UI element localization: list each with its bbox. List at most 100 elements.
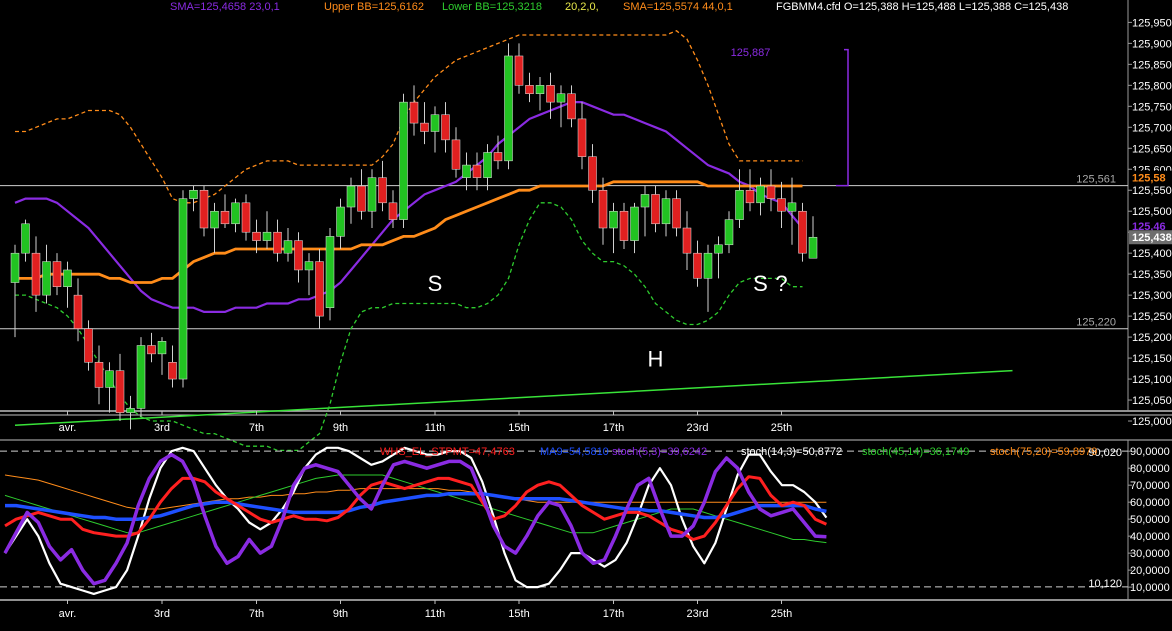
- candle-body[interactable]: [609, 210, 618, 229]
- candle-body[interactable]: [399, 101, 408, 220]
- candle-body[interactable]: [493, 152, 503, 162]
- candle-body[interactable]: [157, 341, 167, 355]
- header-item: SMA=125,5574 44,0,1: [623, 1, 733, 13]
- candle-body[interactable]: [462, 164, 471, 178]
- candle-body[interactable]: [126, 408, 135, 413]
- y-tick-label: 125,400: [1132, 248, 1172, 260]
- candle-body[interactable]: [168, 362, 177, 380]
- candle-body[interactable]: [672, 198, 681, 229]
- candle-body[interactable]: [472, 164, 482, 178]
- oscillator-legend-item: stoch(14,3)=50,8772: [741, 446, 842, 458]
- candle-body[interactable]: [283, 240, 293, 254]
- candle-body[interactable]: [430, 114, 440, 132]
- candle-body[interactable]: [115, 370, 125, 413]
- candle-body[interactable]: [420, 122, 429, 132]
- candle-body[interactable]: [136, 345, 146, 409]
- candle-body[interactable]: [714, 244, 723, 254]
- candle-body[interactable]: [262, 231, 272, 241]
- y-tick-label: 125,650: [1132, 143, 1172, 155]
- candle-body[interactable]: [315, 261, 324, 317]
- candle-body[interactable]: [724, 219, 734, 246]
- oscillator-legend-item: WHS_EL_STPMT=47,4763: [380, 446, 515, 458]
- candle-body[interactable]: [798, 210, 807, 254]
- candle-body[interactable]: [336, 206, 345, 237]
- candle-body[interactable]: [703, 252, 713, 279]
- header-item: FGBMM4.cfd O=125,388 H=125,488 L=125,388…: [776, 1, 1069, 13]
- candle-body[interactable]: [735, 189, 744, 220]
- candle-body[interactable]: [231, 202, 240, 225]
- oscillator-x-label: 11th: [425, 608, 446, 620]
- candle-body[interactable]: [598, 189, 608, 229]
- oscillator-x-label: 9th: [333, 608, 348, 620]
- candle-body[interactable]: [304, 261, 314, 271]
- y-tick-label: 125,100: [1132, 374, 1172, 386]
- candle-body[interactable]: [556, 93, 566, 103]
- candle-body[interactable]: [630, 206, 639, 241]
- candle-body[interactable]: [409, 101, 419, 124]
- y-tick-label: 125,550: [1132, 185, 1172, 197]
- candle-body[interactable]: [52, 261, 62, 287]
- candle-body[interactable]: [546, 85, 555, 103]
- header-item: Lower BB=125,3218: [442, 1, 542, 13]
- candle-body[interactable]: [189, 189, 198, 199]
- header-item: Upper BB=125,6162: [324, 1, 424, 13]
- candle-body[interactable]: [535, 85, 545, 94]
- candle-body[interactable]: [766, 185, 776, 199]
- candle-body[interactable]: [21, 223, 30, 254]
- candle-body[interactable]: [10, 252, 20, 283]
- candle-body[interactable]: [241, 202, 251, 233]
- candle-body[interactable]: [378, 177, 387, 204]
- candle-body[interactable]: [525, 85, 534, 94]
- chart-canvas[interactable]: S H S ? 125,887 125,950 125,900 125,850 125,800 1…: [0, 0, 1172, 626]
- candle-body[interactable]: [357, 185, 366, 212]
- candle-body[interactable]: [577, 118, 587, 157]
- candle-body[interactable]: [483, 152, 492, 178]
- candle-body[interactable]: [693, 252, 702, 279]
- pattern-label: S: [753, 271, 768, 296]
- candle-body[interactable]: [294, 240, 303, 271]
- candle-body[interactable]: [94, 362, 104, 388]
- candle-body[interactable]: [777, 198, 786, 212]
- candle-body[interactable]: [682, 227, 692, 254]
- candle-body[interactable]: [619, 210, 629, 241]
- candle-body[interactable]: [441, 114, 450, 141]
- candle-body[interactable]: [808, 236, 818, 259]
- candle-body[interactable]: [451, 139, 461, 170]
- oscillator-legend-item: stoch(45,14)=36,1749: [862, 446, 969, 458]
- candle-body[interactable]: [787, 202, 797, 212]
- candle-body[interactable]: [73, 294, 83, 329]
- candle-body[interactable]: [367, 177, 377, 212]
- oscillator-y-label: 70,0000: [1130, 480, 1170, 492]
- candle-body[interactable]: [31, 252, 41, 296]
- candle-body[interactable]: [661, 198, 671, 225]
- candle-body[interactable]: [42, 261, 51, 296]
- candle-body[interactable]: [640, 194, 650, 208]
- candle-body[interactable]: [178, 198, 188, 380]
- candle-body[interactable]: [756, 185, 765, 204]
- candle-body[interactable]: [388, 202, 398, 220]
- candle-body[interactable]: [273, 231, 282, 254]
- y-tick-label: 125,000: [1132, 416, 1172, 428]
- candle-body[interactable]: [504, 55, 513, 162]
- candle-body[interactable]: [588, 156, 597, 191]
- candle-body[interactable]: [105, 370, 114, 388]
- y-tick-label: 125,850: [1132, 59, 1172, 71]
- candle-body[interactable]: [325, 236, 335, 308]
- candle-body[interactable]: [63, 269, 72, 287]
- candle-body[interactable]: [651, 194, 660, 225]
- candle-body[interactable]: [252, 231, 261, 241]
- candle-body[interactable]: [84, 328, 93, 363]
- candle-body[interactable]: [147, 345, 156, 355]
- candle-body[interactable]: [346, 185, 356, 208]
- oscillator-y-label: 50,0000: [1130, 514, 1170, 526]
- candle-body[interactable]: [567, 93, 576, 120]
- candle-body[interactable]: [220, 210, 230, 225]
- y-tick-label: 125,300: [1132, 290, 1172, 302]
- price-marker-label: 125,58: [1132, 173, 1166, 185]
- candle-body[interactable]: [514, 55, 524, 86]
- candle-body[interactable]: [210, 210, 219, 229]
- oscillator-y-label: 30,0000: [1130, 548, 1170, 560]
- candle-body[interactable]: [199, 189, 209, 229]
- candle-body[interactable]: [745, 189, 755, 204]
- x-tick-label: 3rd: [154, 422, 170, 434]
